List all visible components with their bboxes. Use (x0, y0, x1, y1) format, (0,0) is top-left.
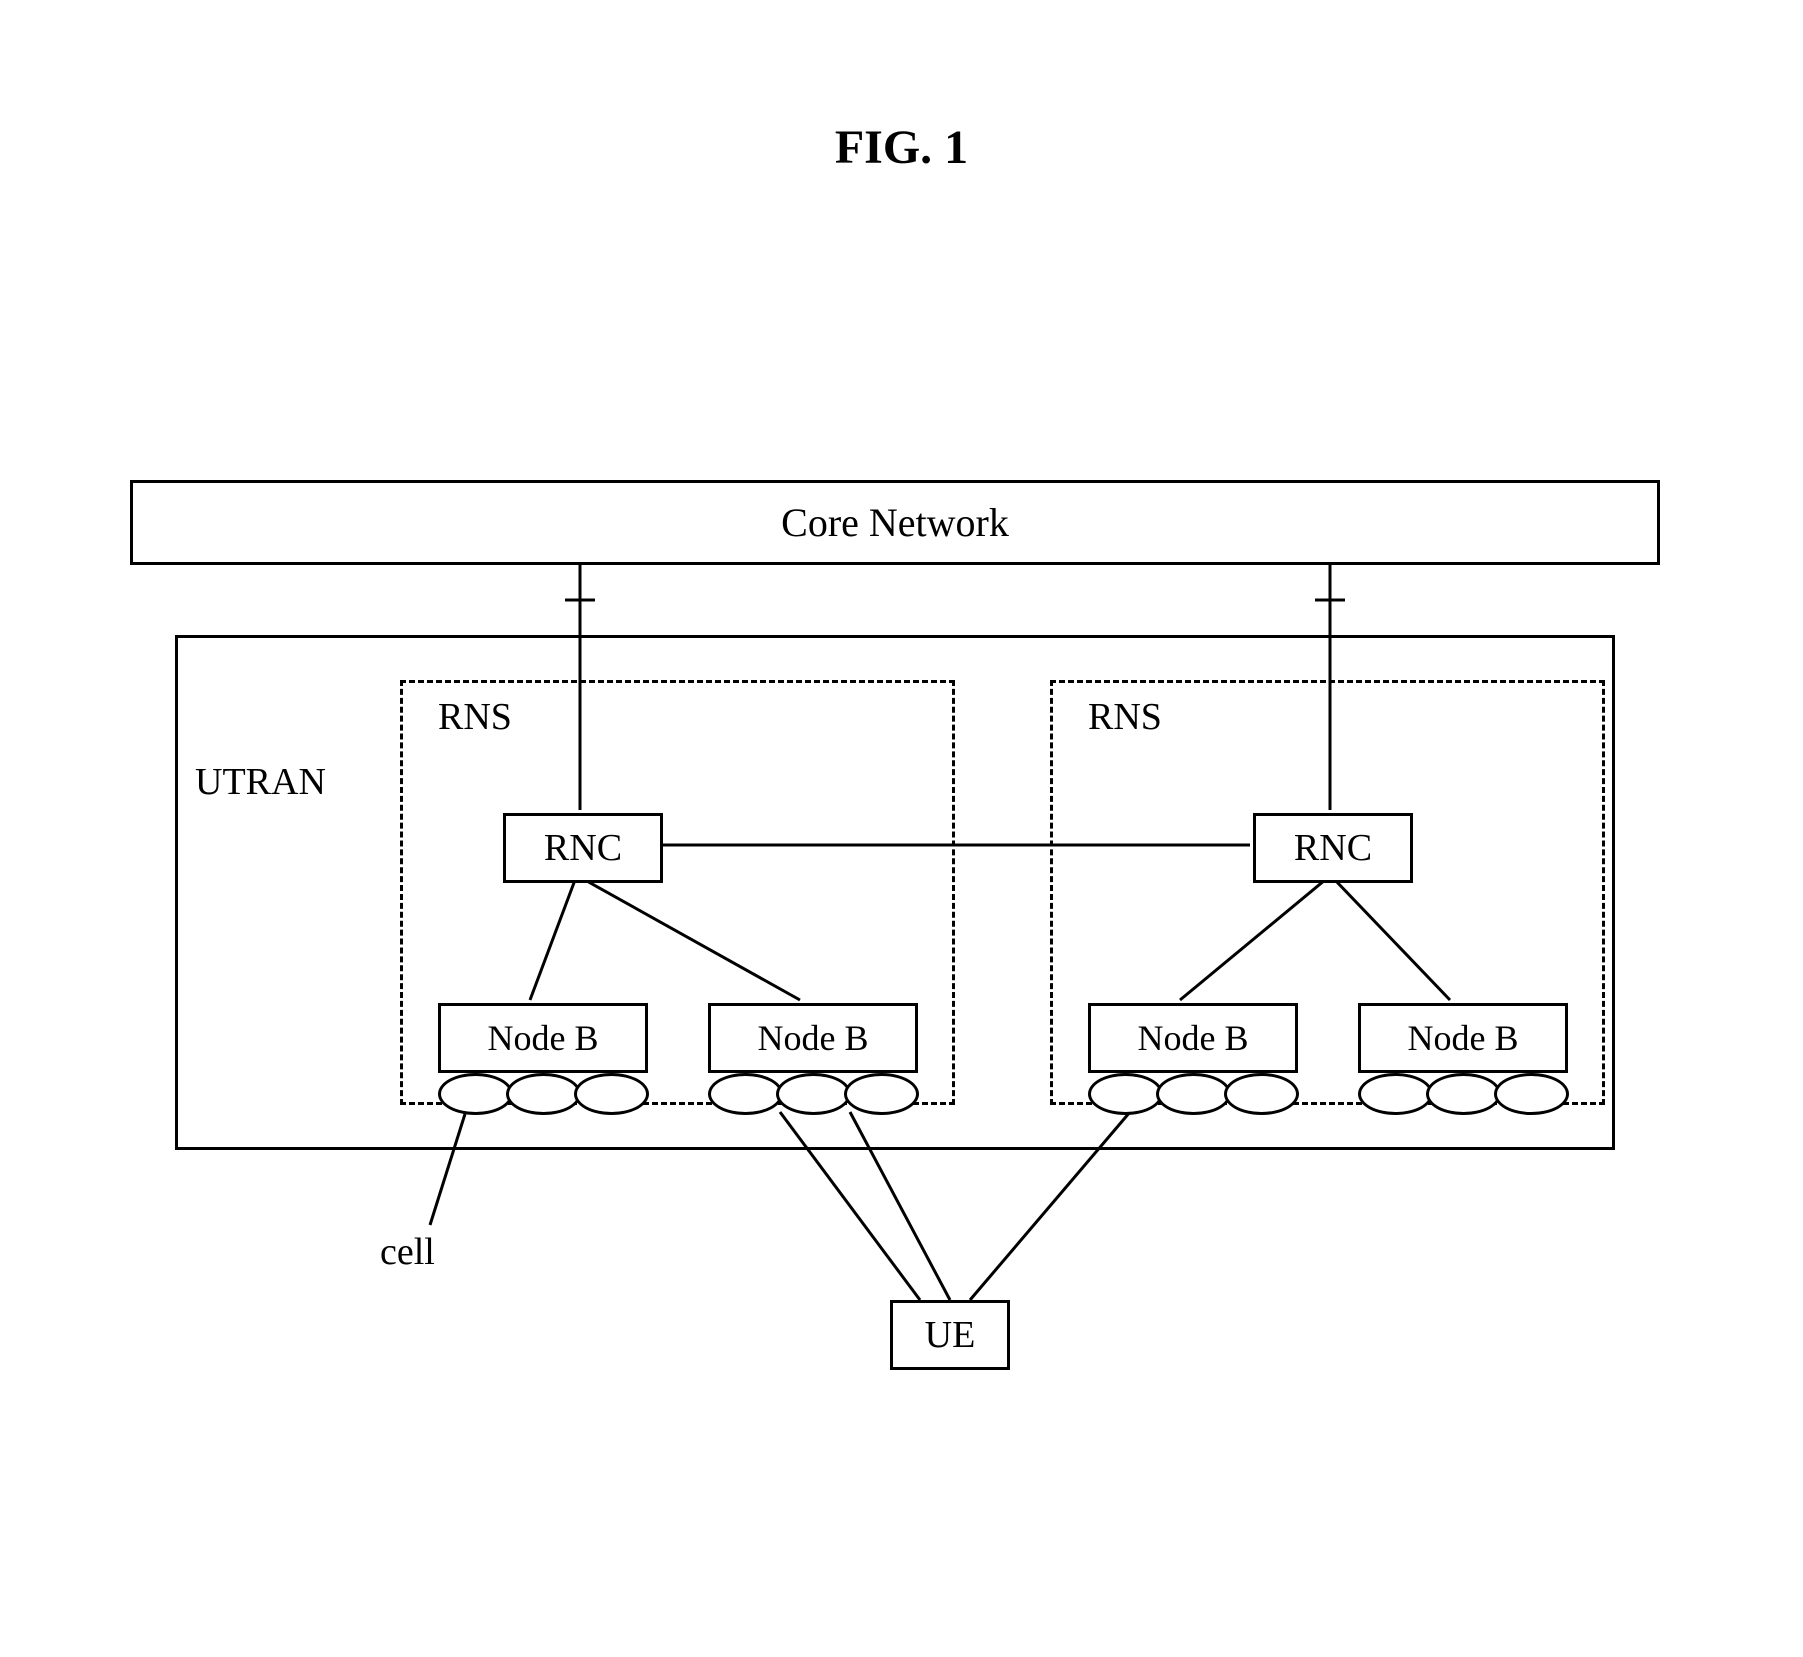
cell-icon (708, 1073, 783, 1115)
core-network-box: Core Network (130, 480, 1660, 565)
nodeb-left-1-label: Node B (488, 1017, 599, 1059)
cell-icon (1088, 1073, 1163, 1115)
rns-left-box: RNS RNC Node B Node B (400, 680, 955, 1105)
cells-right-2 (1358, 1073, 1568, 1118)
cells-right-1 (1088, 1073, 1298, 1118)
nodeb-left-2-label: Node B (758, 1017, 869, 1059)
figure-title: FIG. 1 (835, 120, 968, 175)
cells-left-1 (438, 1073, 648, 1118)
rnc-left-box: RNC (503, 813, 663, 883)
cell-icon (776, 1073, 851, 1115)
rnc-right-label: RNC (1294, 826, 1372, 870)
rns-left-label: RNS (438, 695, 512, 739)
cell-icon (506, 1073, 581, 1115)
nodeb-right-1-label: Node B (1138, 1017, 1249, 1059)
cells-left-2 (708, 1073, 918, 1118)
rnc-right-box: RNC (1253, 813, 1413, 883)
diagram-container: Core Network UTRAN RNS RNC Node B Node B… (130, 480, 1660, 565)
utran-label: UTRAN (195, 760, 326, 804)
cell-icon (1358, 1073, 1433, 1115)
nodeb-right-2-label: Node B (1408, 1017, 1519, 1059)
cell-icon (1224, 1073, 1299, 1115)
cell-icon (1156, 1073, 1231, 1115)
ue-label: UE (925, 1313, 976, 1357)
rnc-left-label: RNC (544, 826, 622, 870)
cell-icon (574, 1073, 649, 1115)
cell-annotation-label: cell (380, 1230, 435, 1274)
nodeb-left-1: Node B (438, 1003, 648, 1073)
nodeb-right-1: Node B (1088, 1003, 1298, 1073)
nodeb-left-2: Node B (708, 1003, 918, 1073)
cell-icon (1494, 1073, 1569, 1115)
rns-right-label: RNS (1088, 695, 1162, 739)
cell-icon (438, 1073, 513, 1115)
rns-right-box: RNS RNC Node B Node B (1050, 680, 1605, 1105)
cell-icon (1426, 1073, 1501, 1115)
nodeb-right-2: Node B (1358, 1003, 1568, 1073)
core-network-label: Core Network (781, 499, 1009, 546)
ue-box: UE (890, 1300, 1010, 1370)
cell-icon (844, 1073, 919, 1115)
